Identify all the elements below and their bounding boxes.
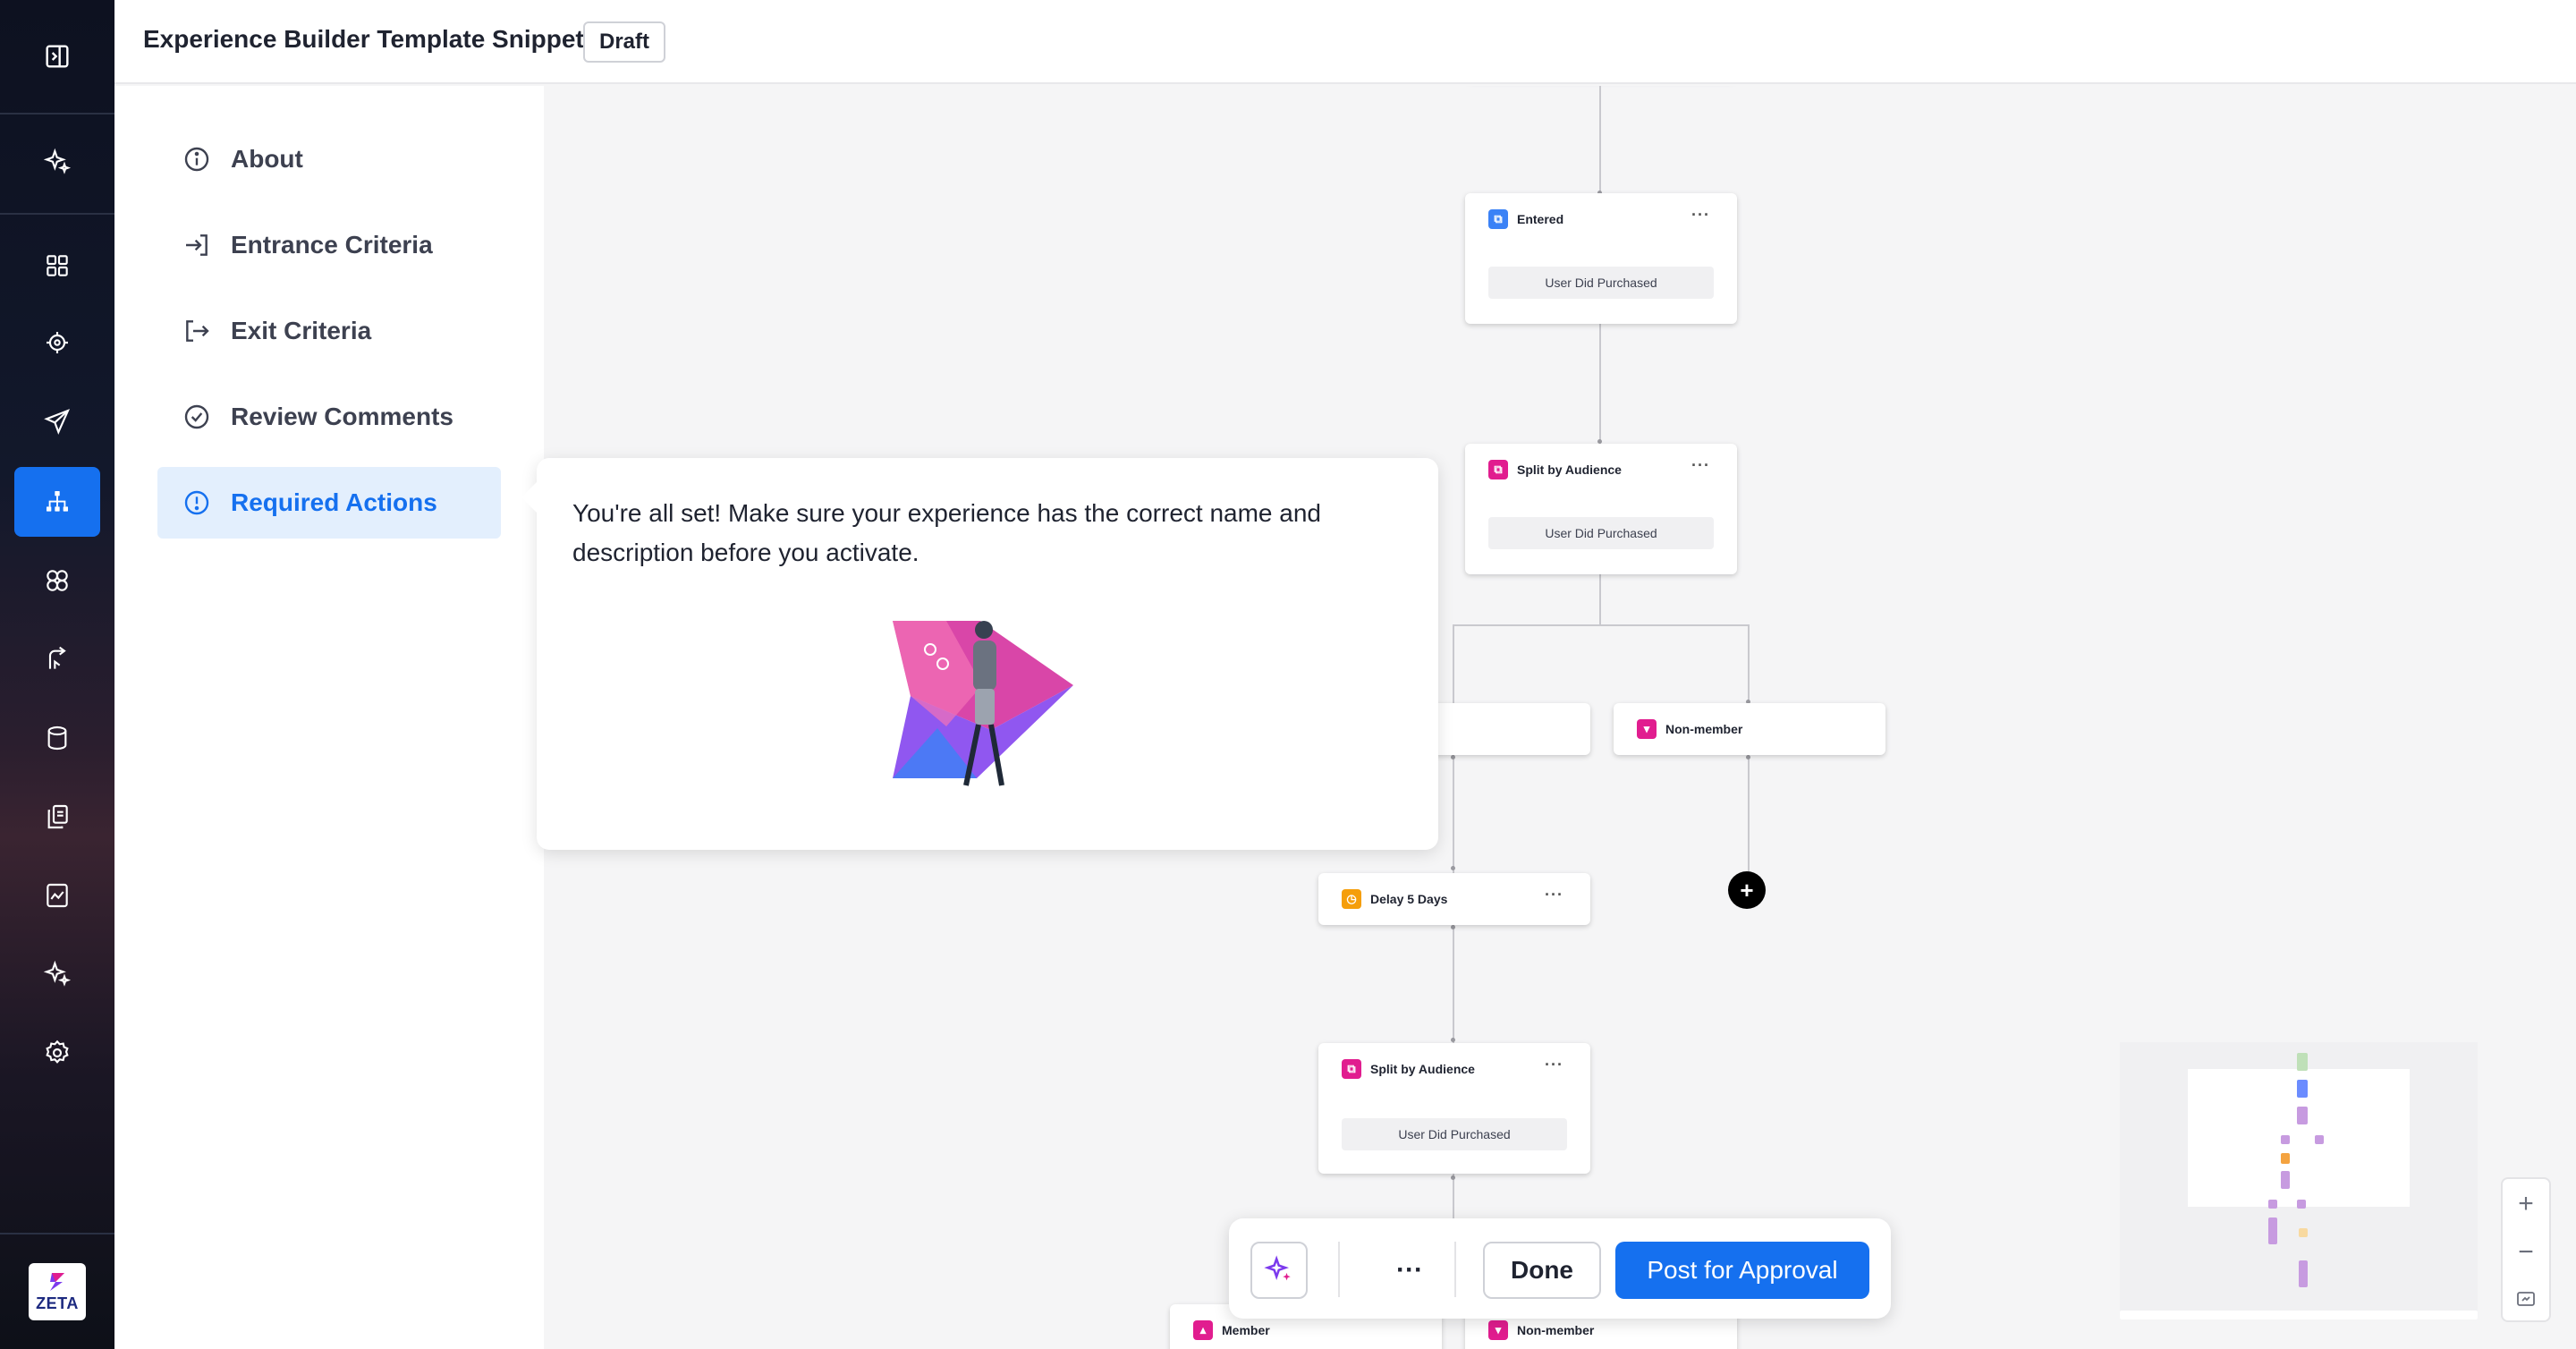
- thumbs-down-icon: ▾: [1637, 719, 1657, 739]
- node-condition: User Did Purchased: [1488, 267, 1714, 299]
- nav-item-about[interactable]: About: [157, 123, 501, 195]
- send-icon[interactable]: [14, 386, 100, 456]
- node-menu-button[interactable]: ···: [1691, 206, 1710, 225]
- flow-node-entered[interactable]: ⧉ Entered ··· User Did Purchased: [1465, 193, 1737, 324]
- target-icon[interactable]: [14, 308, 100, 378]
- zoom-in-button[interactable]: +: [2503, 1181, 2549, 1227]
- node-menu-button[interactable]: ···: [1545, 1056, 1563, 1074]
- popover-message: You're all set! Make sure your experienc…: [572, 499, 1321, 566]
- left-rail: ZETA: [0, 0, 114, 1349]
- logo-text: ZETA: [36, 1294, 79, 1312]
- nav-item-label: Review Comments: [231, 403, 453, 430]
- success-illustration: [893, 621, 1073, 786]
- thumbs-down-icon: ▾: [1488, 1320, 1508, 1340]
- audience-circles-icon[interactable]: [14, 546, 100, 615]
- sparkle-icon[interactable]: [14, 127, 100, 197]
- fit-view-icon[interactable]: [2503, 1276, 2549, 1322]
- status-badge: Draft: [583, 21, 666, 63]
- node-condition: User Did Purchased: [1342, 1118, 1567, 1150]
- clock-icon: ◷: [1342, 889, 1361, 909]
- node-title: Delay 5 Days: [1370, 892, 1448, 906]
- canvas-minimap[interactable]: [2120, 1042, 2478, 1319]
- nav-item-exit-criteria[interactable]: Exit Criteria: [157, 295, 501, 367]
- ai-assistant-button[interactable]: [1250, 1242, 1308, 1299]
- node-title: Entered: [1517, 212, 1564, 226]
- flow-node-split-by-audience[interactable]: ⧉ Split by Audience ··· User Did Purchase…: [1465, 444, 1737, 574]
- node-title: Non-member: [1665, 722, 1743, 736]
- database-icon[interactable]: [14, 703, 100, 773]
- node-title: Non-member: [1517, 1323, 1595, 1337]
- page-title: Experience Builder Template Snippets: [143, 25, 598, 53]
- nav-item-label: Entrance Criteria: [231, 231, 433, 259]
- audience-icon: ⧉: [1488, 460, 1508, 479]
- analytics-icon[interactable]: [14, 861, 100, 930]
- audience-icon: ⧉: [1342, 1059, 1361, 1079]
- sparkle-icon: [1264, 1255, 1291, 1281]
- done-button[interactable]: Done: [1483, 1242, 1601, 1299]
- zoom-controls: + −: [2501, 1177, 2551, 1322]
- node-title: Split by Audience: [1517, 462, 1622, 477]
- collapse-panel-icon[interactable]: [14, 21, 100, 91]
- entry-icon: ⧉: [1488, 209, 1508, 229]
- flow-node-delay[interactable]: ◷ Delay 5 Days ···: [1318, 873, 1590, 925]
- nav-item-entrance-criteria[interactable]: Entrance Criteria: [157, 209, 501, 281]
- enter-arrow-icon: [186, 234, 208, 256]
- add-step-button[interactable]: +: [1728, 871, 1766, 909]
- nav-item-review-comments[interactable]: Review Comments: [157, 381, 501, 453]
- nav-item-required-actions[interactable]: Required Actions: [157, 467, 501, 539]
- required-actions-popover: You're all set! Make sure your experienc…: [521, 458, 1438, 850]
- exit-arrow-icon: [186, 320, 209, 342]
- content-copy-icon[interactable]: [14, 782, 100, 852]
- post-for-approval-button[interactable]: Post for Approval: [1615, 1242, 1869, 1299]
- thumbs-up-icon: ▴: [1193, 1320, 1213, 1340]
- flow-node-non-member[interactable]: ▾ Non-member: [1614, 703, 1885, 755]
- flow-node-split-by-audience[interactable]: ⧉ Split by Audience ··· User Did Purchase…: [1318, 1043, 1590, 1174]
- settings-gear-icon[interactable]: [14, 1018, 100, 1088]
- action-bar: ··· Done Post for Approval: [1229, 1218, 1891, 1319]
- check-circle-icon: [184, 404, 209, 429]
- more-options-button[interactable]: ···: [1381, 1242, 1438, 1299]
- zeta-logo[interactable]: ZETA: [29, 1263, 86, 1320]
- node-condition: User Did Purchased: [1488, 517, 1714, 549]
- node-menu-button[interactable]: ···: [1691, 456, 1710, 475]
- info-circle-icon: [184, 147, 209, 172]
- zeta-logo-mark-icon: [50, 1272, 64, 1291]
- nav-item-label: Required Actions: [231, 488, 437, 516]
- handoff-icon[interactable]: [14, 624, 100, 694]
- dashboard-grid-icon[interactable]: [14, 231, 100, 301]
- node-menu-button[interactable]: ···: [1545, 886, 1563, 904]
- alert-circle-icon: [184, 490, 209, 515]
- nav-item-label: Exit Criteria: [231, 317, 372, 344]
- node-title: Split by Audience: [1370, 1062, 1475, 1076]
- zoom-out-button[interactable]: −: [2503, 1229, 2549, 1276]
- journey-tree-icon[interactable]: [14, 467, 100, 537]
- sparkle-icon[interactable]: [14, 939, 100, 1009]
- nav-item-label: About: [231, 145, 303, 173]
- node-title: Member: [1222, 1323, 1270, 1337]
